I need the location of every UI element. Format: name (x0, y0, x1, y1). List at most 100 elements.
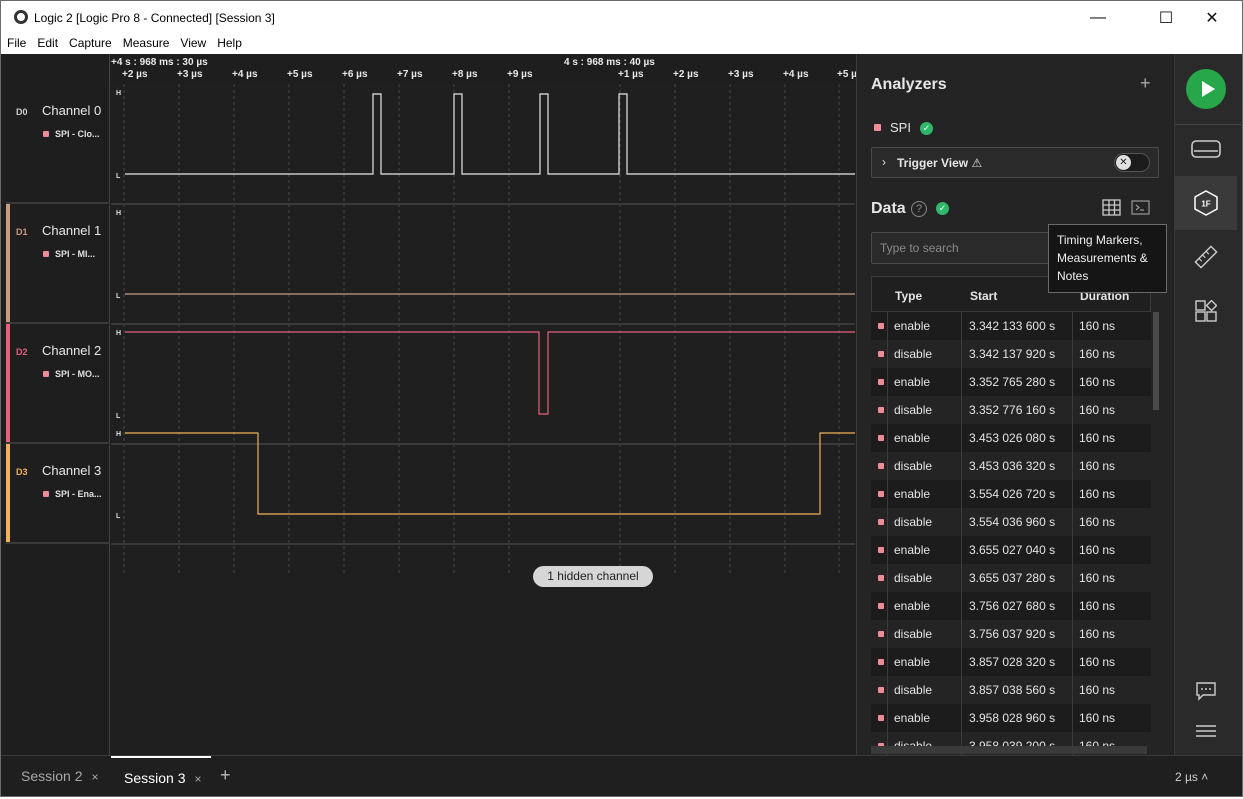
close-tab-icon[interactable]: × (91, 770, 98, 784)
channel-0-label[interactable]: D0 Channel 0 SPI - Clo... (6, 84, 110, 204)
table-row[interactable]: enable 3.857 028 320 s 160 ns (871, 648, 1151, 676)
channel-3-name: Channel 3 (42, 463, 102, 478)
cell-start: 3.756 027 680 s (969, 599, 1056, 613)
column-divider (961, 368, 962, 396)
tab-session-3[interactable]: Session 3 × (111, 756, 211, 796)
analyzers-tab-button[interactable]: 1F (1175, 176, 1237, 230)
cell-type: enable (894, 655, 931, 669)
spi-analyzer-name[interactable]: SPI (890, 120, 911, 135)
cell-start: 3.352 765 280 s (969, 375, 1056, 389)
table-row[interactable]: disable 3.352 776 160 s 160 ns (871, 396, 1151, 424)
time-tick: +7 µs (397, 69, 423, 80)
channel-1-label[interactable]: D1 Channel 1 SPI - MI... (6, 204, 110, 324)
menu-help[interactable]: Help (211, 34, 247, 54)
row-color-dot (878, 547, 884, 553)
row-color-dot (878, 379, 884, 385)
hidden-channel-pill[interactable]: 1 hidden channel (533, 566, 653, 587)
channel-1-name: Channel 1 (42, 223, 102, 238)
app-body: ‹ +4 s : 968 ms : 30 µs 4 s : 968 ms : 4… (1, 54, 1243, 796)
column-divider (1072, 620, 1073, 648)
column-divider (961, 312, 962, 340)
time-axis[interactable]: ‹ +4 s : 968 ms : 30 µs 4 s : 968 ms : 4… (92, 54, 863, 84)
channel-3-id: D3 (16, 467, 28, 477)
cell-type: enable (894, 543, 931, 557)
column-header-type[interactable]: Type (895, 289, 922, 303)
cell-type: disable (894, 347, 933, 361)
device-icon (1191, 140, 1221, 158)
main-menu-button[interactable] (1175, 704, 1237, 758)
table-row[interactable]: disable 3.342 137 920 s 160 ns (871, 340, 1151, 368)
close-tab-icon[interactable]: × (194, 772, 201, 786)
extensions-button[interactable] (1175, 284, 1237, 338)
column-divider (961, 452, 962, 480)
column-divider (1072, 592, 1073, 620)
session-tabs: Session 2 × Session 3 × + 2 µs ˄ (1, 755, 1242, 796)
channel-3-label[interactable]: D3 Channel 3 SPI - Ena... (6, 444, 110, 544)
column-divider (1072, 452, 1073, 480)
level-low-label: L (116, 293, 121, 300)
menu-edit[interactable]: Edit (31, 34, 63, 54)
table-row[interactable]: disable 3.554 036 960 s 160 ns (871, 508, 1151, 536)
table-row[interactable]: disable 3.655 037 280 s 160 ns (871, 564, 1151, 592)
menu-measure[interactable]: Measure (117, 34, 175, 54)
start-capture-button[interactable] (1186, 69, 1226, 109)
table-row[interactable]: enable 3.756 027 680 s 160 ns (871, 592, 1151, 620)
channel-separators (111, 203, 855, 545)
table-row[interactable]: enable 3.554 026 720 s 160 ns (871, 480, 1151, 508)
table-row[interactable]: disable 3.453 036 320 s 160 ns (871, 452, 1151, 480)
table-row[interactable]: enable 3.655 027 040 s 160 ns (871, 536, 1151, 564)
menu-view[interactable]: View (174, 34, 211, 54)
column-divider (961, 704, 962, 732)
trigger-view-toggle[interactable]: ✕ (1114, 153, 1150, 172)
cell-duration: 160 ns (1079, 403, 1116, 417)
trigger-view-row[interactable]: › Trigger View ⚠ ✕ (871, 147, 1159, 178)
terminal-view-icon[interactable] (1131, 200, 1151, 216)
zoom-level[interactable]: 2 µs ˄ (1175, 770, 1208, 784)
column-header-start[interactable]: Start (970, 289, 997, 303)
chat-icon (1196, 682, 1216, 701)
channel-2-analyzer: SPI - MO... (55, 369, 100, 379)
table-row[interactable]: enable 3.958 028 960 s 160 ns (871, 704, 1151, 732)
table-horizontal-scrollbar[interactable] (871, 746, 1147, 754)
time-tick: +4 µs (232, 69, 258, 80)
add-analyzer-button[interactable]: + (1140, 73, 1151, 94)
row-color-dot (878, 519, 884, 525)
table-row[interactable]: enable 3.342 133 600 s 160 ns (871, 312, 1151, 340)
maximize-button[interactable]: ☐ (1143, 1, 1189, 34)
table-row[interactable]: disable 3.857 038 560 s 160 ns (871, 676, 1151, 704)
waveform-canvas: H L H L H L H L (111, 84, 855, 574)
channel-labels: D0 Channel 0 SPI - Clo... D1 Channel 1 S… (6, 54, 110, 755)
timing-markers-tooltip: Timing Markers, Measurements & Notes (1048, 224, 1167, 293)
column-divider (887, 340, 888, 368)
column-divider (887, 424, 888, 452)
table-view-icon[interactable] (1102, 199, 1122, 217)
help-icon[interactable]: ? (911, 201, 927, 217)
row-color-dot (878, 323, 884, 329)
tab-session-2[interactable]: Session 2 × (21, 756, 99, 796)
close-button[interactable]: ✕ (1189, 1, 1235, 34)
row-color-dot (878, 463, 884, 469)
channel-2-id: D2 (16, 347, 28, 357)
column-divider (961, 676, 962, 704)
channel-1-id: D1 (16, 227, 28, 237)
level-low-label: L (116, 513, 121, 520)
table-row[interactable]: disable 3.756 037 920 s 160 ns (871, 620, 1151, 648)
device-settings-button[interactable] (1175, 122, 1237, 176)
menu-file[interactable]: File (1, 34, 31, 54)
table-row[interactable]: enable 3.352 765 280 s 160 ns (871, 368, 1151, 396)
waveform-area[interactable]: H L H L H L H L 1 hidden channel (111, 84, 855, 785)
table-row[interactable]: enable 3.453 026 080 s 160 ns (871, 424, 1151, 452)
time-tick: +2 µs (122, 69, 148, 80)
channel-2-label[interactable]: D2 Channel 2 SPI - MO... (6, 324, 110, 444)
timing-markers-button[interactable] (1175, 230, 1237, 284)
column-divider (961, 508, 962, 536)
minimize-button[interactable]: — (1075, 1, 1121, 34)
table-vertical-scrollbar[interactable] (1153, 312, 1159, 410)
time-tick: +5 µs (287, 69, 313, 80)
cell-type: enable (894, 711, 931, 725)
add-session-button[interactable]: + (220, 765, 231, 786)
column-divider (1072, 424, 1073, 452)
column-divider (961, 648, 962, 676)
menu-capture[interactable]: Capture (63, 34, 117, 54)
column-divider (1072, 396, 1073, 424)
